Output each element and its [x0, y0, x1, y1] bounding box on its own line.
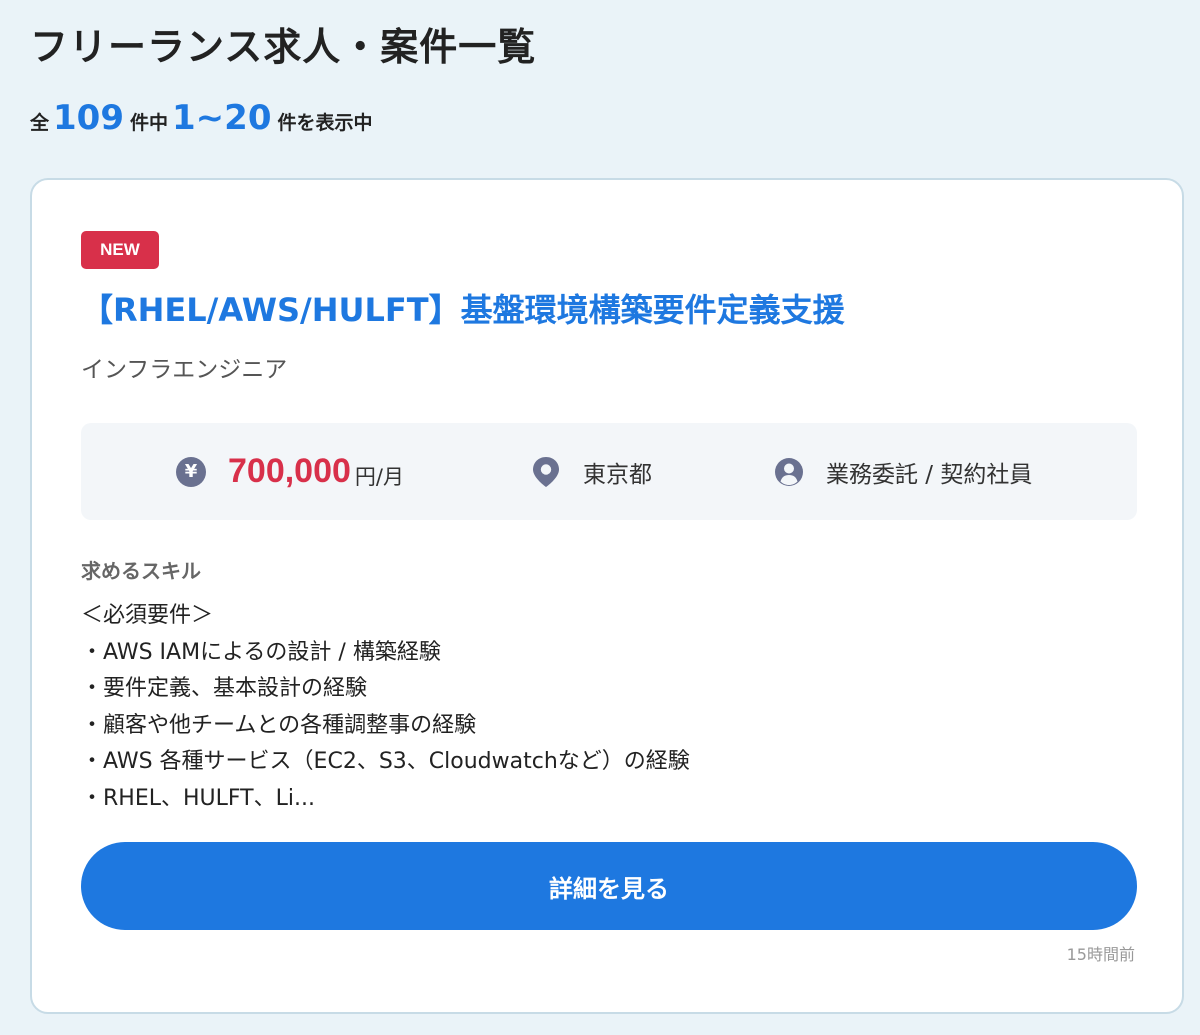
salary-info: ¥ 700,000 円/月 — [176, 423, 404, 520]
yen-icon: ¥ — [176, 456, 206, 487]
skills-line: ・RHEL、HULFT、Li... — [81, 785, 315, 811]
contract-type-text: 業務委託 / 契約社員 — [826, 461, 1033, 488]
skills-line: ＜必須要件＞ — [81, 603, 214, 628]
posted-time: 15時間前 — [1066, 945, 1135, 964]
person-icon — [774, 457, 804, 487]
page-title: フリーランス求人・案件一覧 — [30, 25, 537, 69]
result-suffix: 件を表示中 — [277, 112, 373, 134]
result-prefix: 全 — [30, 112, 50, 134]
location-text: 東京都 — [583, 461, 652, 488]
new-badge: NEW — [81, 231, 159, 269]
skills-line: ・AWS 各種サービス（EC2、S3、Cloudwatchなど）の経験 — [81, 749, 690, 774]
skills-line: ・顧客や他チームとの各種調整事の経験 — [81, 712, 477, 738]
job-card: NEW 【RHEL/AWS/HULFT】基盤環境構築要件定義支援 インフラエンジ… — [30, 178, 1184, 1014]
location-info: 東京都 — [531, 423, 652, 520]
result-range: 1~20 — [172, 98, 272, 138]
salary-value: 700,000 — [228, 452, 351, 490]
contract-info: 業務委託 / 契約社員 — [774, 423, 1032, 520]
job-title-link[interactable]: 【RHEL/AWS/HULFT】基盤環境構築要件定義支援 — [81, 288, 845, 332]
skills-heading: 求めるスキル — [81, 559, 201, 583]
salary-unit: 円/月 — [354, 464, 404, 489]
skills-line: ・AWS IAMによるの設計 / 構築経験 — [81, 639, 441, 665]
result-total: 109 — [53, 98, 124, 138]
job-info-box: ¥ 700,000 円/月 東京都 業務委託 / 契約社員 — [81, 423, 1137, 520]
job-category: インフラエンジニア — [81, 357, 288, 383]
view-details-button[interactable]: 詳細を見る — [81, 842, 1137, 930]
location-pin-icon — [531, 456, 561, 488]
skills-description: ＜必須要件＞ ・AWS IAMによるの設計 / 構築経験 ・要件定義、基本設計の… — [81, 598, 690, 817]
skills-line: ・要件定義、基本設計の経験 — [81, 676, 368, 701]
result-mid: 件中 — [130, 112, 169, 134]
result-count: 全 109 件中 1~20 件を表示中 — [30, 96, 373, 145]
